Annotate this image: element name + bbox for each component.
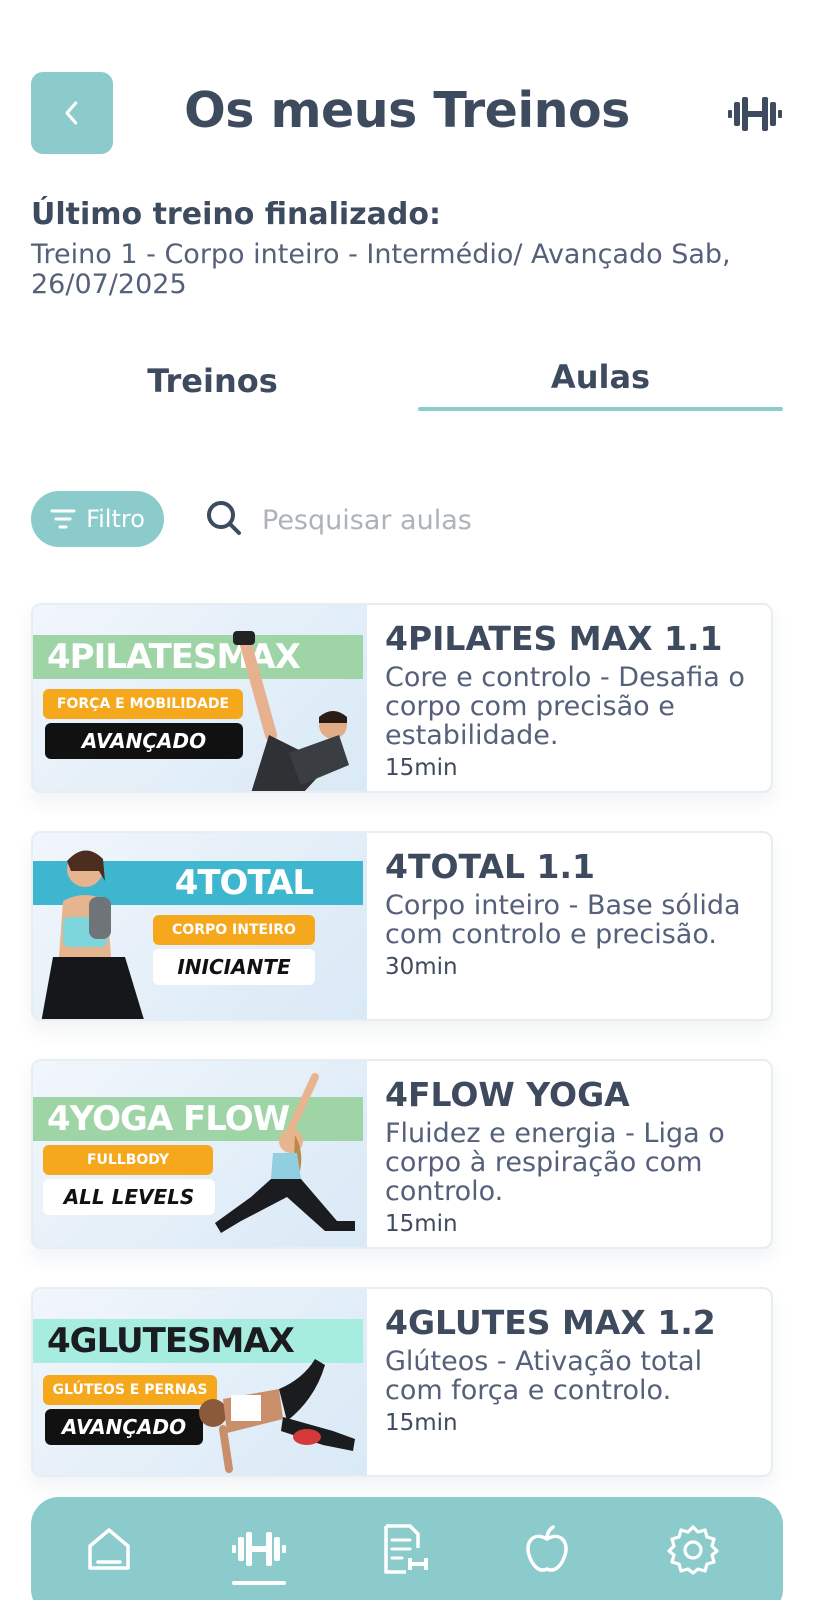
- search-icon[interactable]: [204, 498, 244, 538]
- home-icon: [88, 1528, 130, 1570]
- filter-button[interactable]: Filtro: [31, 491, 164, 547]
- class-description: Corpo inteiro - Base sólida com controlo…: [385, 890, 741, 950]
- plan-list-icon: [384, 1524, 428, 1574]
- page-title: Os meus Treinos: [184, 82, 630, 139]
- class-title: 4GLUTES MAX 1.2: [385, 1303, 716, 1342]
- class-thumbnail: 4TOTAL CORPO INTEIRO INICIANTE: [33, 833, 367, 1019]
- filter-icon: [50, 509, 76, 529]
- thumbnail-tag: FORÇA E MOBILIDADE: [43, 689, 243, 719]
- filter-label: Filtro: [86, 505, 145, 533]
- last-workout-value: Treino 1 - Corpo inteiro - Intermédio/ A…: [31, 239, 731, 300]
- tab-aulas[interactable]: Aulas: [418, 358, 783, 396]
- last-workout-label: Último treino finalizado:: [31, 197, 441, 232]
- class-thumbnail: 4GLUTESMAX GLÚTEOS E PERNAS AVANÇADO: [33, 1289, 367, 1475]
- class-title: 4PILATES MAX 1.1: [385, 619, 723, 658]
- bottom-nav: [31, 1497, 783, 1600]
- class-thumbnail: 4PILATESMAX FORÇA E MOBILIDADE AVANÇADO: [33, 605, 367, 791]
- class-duration: 15min: [385, 1211, 458, 1237]
- dumbbell-icon[interactable]: [728, 94, 782, 134]
- class-duration: 15min: [385, 1410, 458, 1436]
- athlete-figure: [199, 1359, 355, 1473]
- class-card-4pilates-max[interactable]: 4PILATESMAX FORÇA E MOBILIDADE AVANÇADO …: [31, 603, 773, 793]
- athlete-figure: [41, 850, 144, 1019]
- thumbnail-level: INICIANTE: [153, 949, 315, 985]
- athlete-figure: [233, 631, 349, 791]
- search-input[interactable]: [262, 500, 762, 540]
- class-card-4flow-yoga[interactable]: 4YOGA FLOW FULLBODY ALL LEVELS 4FLOW YOG…: [31, 1059, 773, 1249]
- thumbnail-tag: CORPO INTEIRO: [153, 915, 315, 945]
- thumbnail-level: AVANÇADO: [45, 1409, 203, 1445]
- thumbnail-level: AVANÇADO: [45, 723, 243, 759]
- nav-workouts[interactable]: [229, 1519, 289, 1579]
- thumbnail-tag: FULLBODY: [43, 1145, 213, 1175]
- class-thumbnail: 4YOGA FLOW FULLBODY ALL LEVELS: [33, 1061, 367, 1247]
- athlete-figure: [215, 1073, 355, 1233]
- class-description: Glúteos - Ativação total com força e con…: [385, 1346, 703, 1406]
- class-title: 4FLOW YOGA: [385, 1075, 630, 1114]
- settings-gear-icon: [667, 1525, 719, 1575]
- class-title: 4TOTAL 1.1: [385, 847, 595, 886]
- active-nav-indicator: [232, 1581, 286, 1585]
- nav-plan[interactable]: [375, 1519, 435, 1579]
- class-description: Core e controlo - Desafia o corpo com pr…: [385, 662, 745, 751]
- thumbnail-level: ALL LEVELS: [43, 1179, 215, 1215]
- tab-treinos[interactable]: Treinos: [60, 362, 365, 400]
- active-tab-indicator: [418, 407, 783, 411]
- apple-icon: [526, 1525, 568, 1572]
- nav-nutrition[interactable]: [517, 1519, 577, 1579]
- class-duration: 30min: [385, 954, 458, 980]
- nav-home[interactable]: [79, 1519, 139, 1579]
- nav-settings[interactable]: [663, 1519, 723, 1579]
- class-description: Fluidez e energia - Liga o corpo à respi…: [385, 1118, 725, 1207]
- class-card-4total[interactable]: 4TOTAL CORPO INTEIRO INICIANTE 4TOTAL 1.…: [31, 831, 773, 1021]
- class-card-4glutes-max[interactable]: 4GLUTESMAX GLÚTEOS E PERNAS AVANÇADO 4GL…: [31, 1287, 773, 1477]
- class-duration: 15min: [385, 755, 458, 781]
- dumbbell-icon: [232, 1532, 286, 1566]
